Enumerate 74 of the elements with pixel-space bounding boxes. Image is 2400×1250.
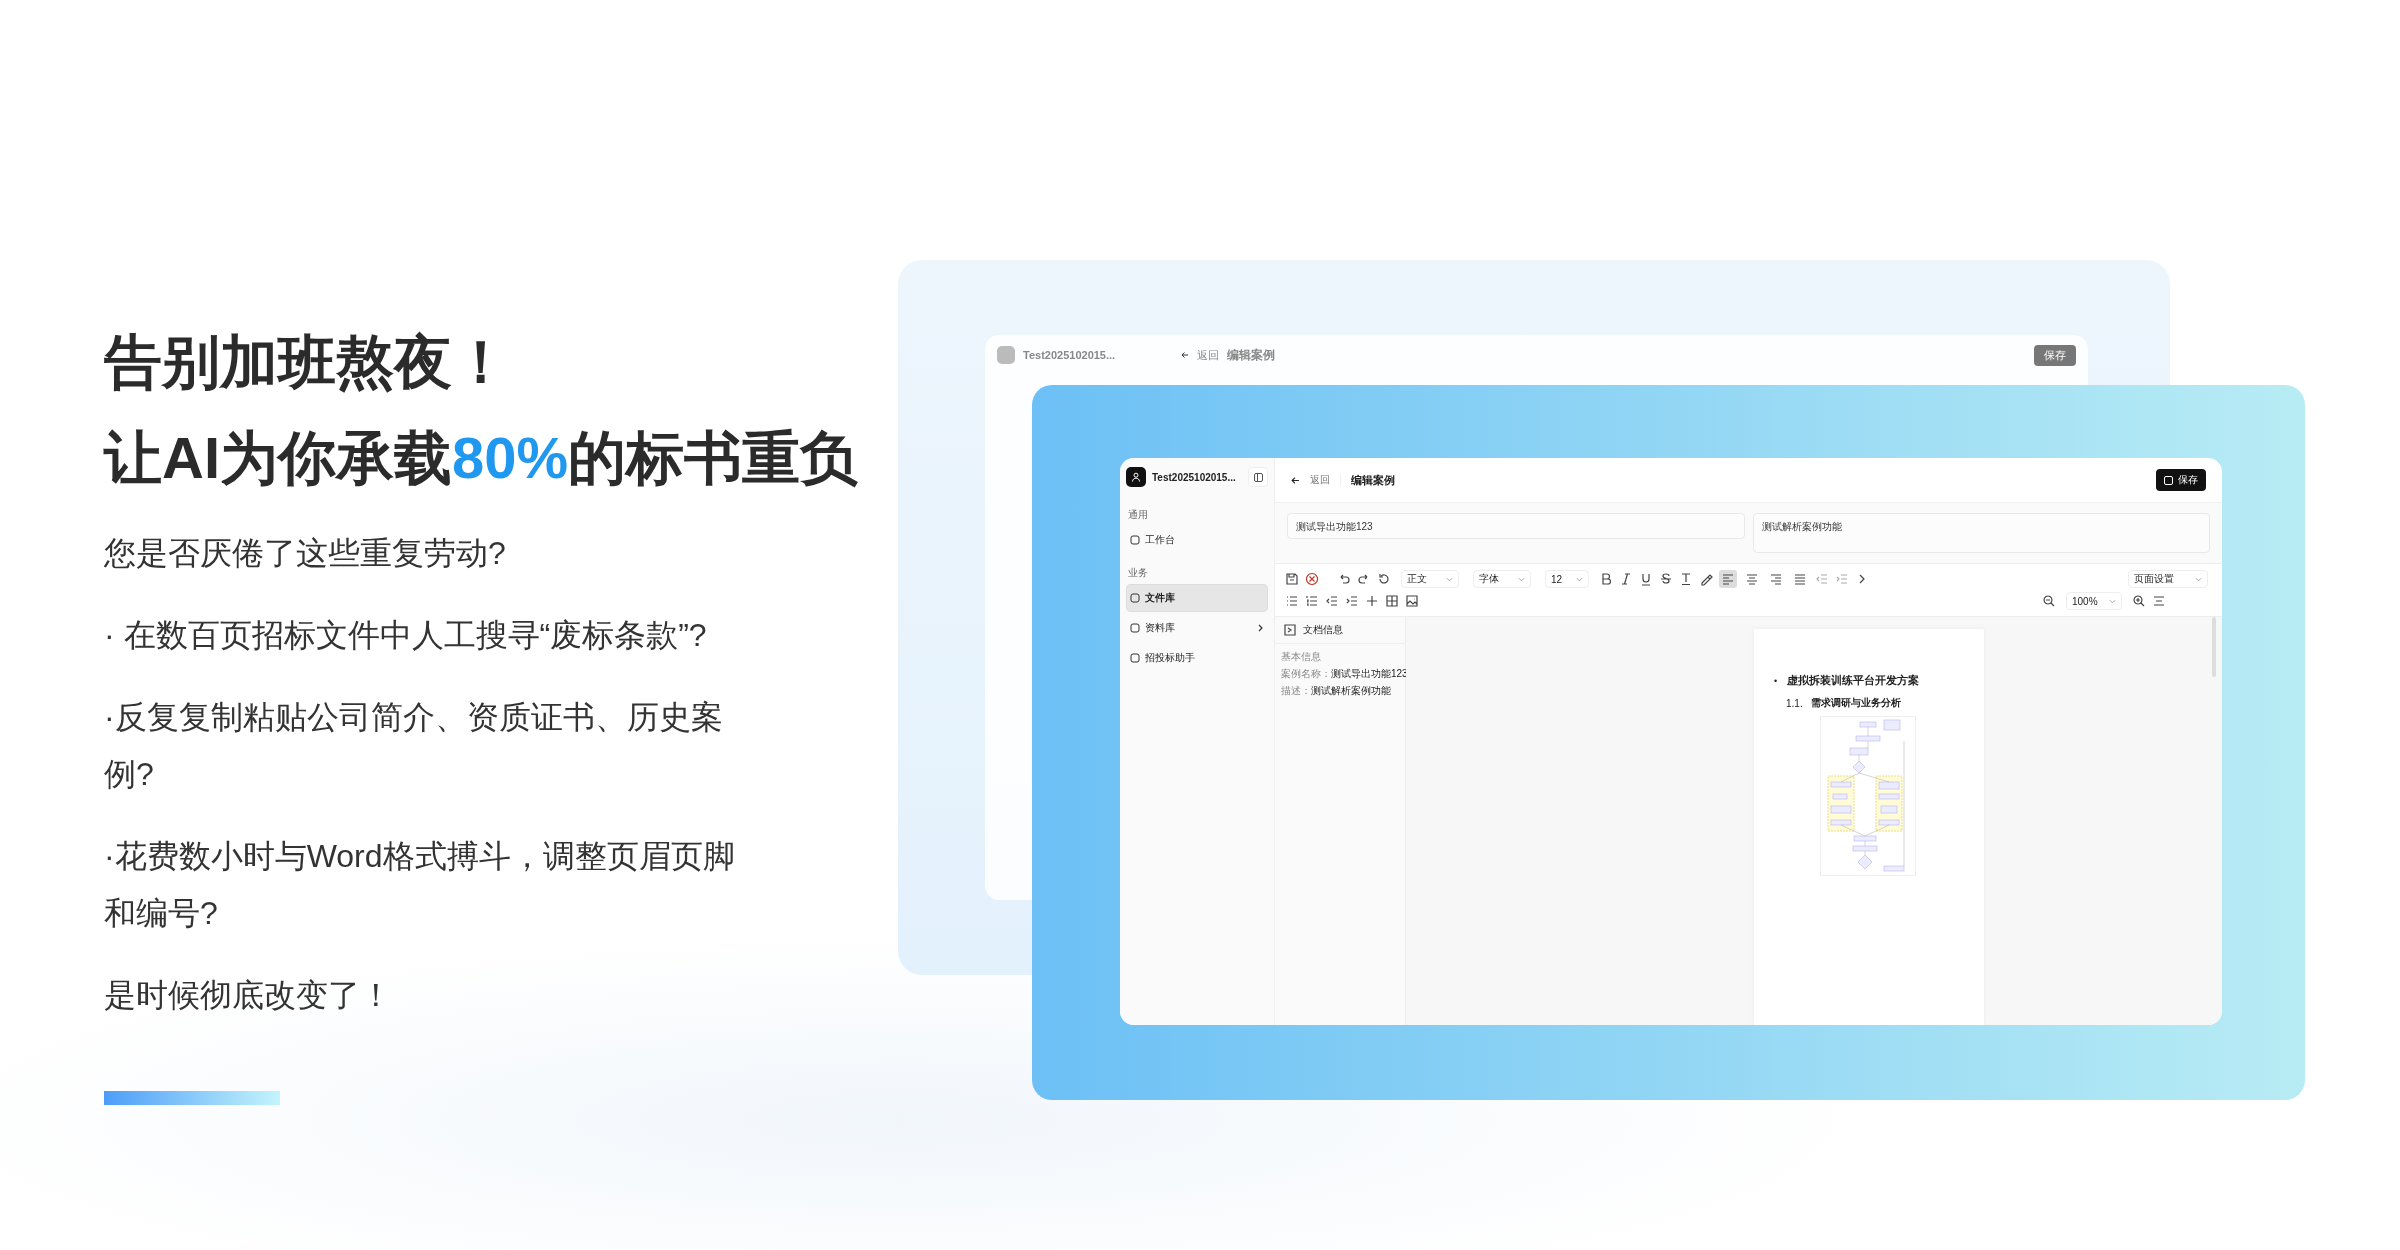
field-label: 案例名称：: [1281, 668, 1331, 679]
save-button[interactable]: 保存: [2034, 344, 2076, 366]
zoom-out-icon[interactable]: [2042, 594, 2056, 608]
align-icon[interactable]: [1719, 570, 1737, 588]
back-link[interactable]: 返回: [1310, 473, 1330, 487]
reset-icon[interactable]: [1377, 572, 1391, 586]
page-title: 编辑案例: [1351, 472, 1395, 488]
sidebar-item[interactable]: 文件库: [1126, 584, 1268, 612]
avatar-icon: [1126, 467, 1146, 487]
pain-point-text: ·反复复制粘贴公司简介、资质证书、历史案例?: [104, 698, 724, 794]
zoom-select[interactable]: 100%: [2066, 592, 2122, 610]
caret-icon: [1518, 576, 1525, 582]
account-name: Test2025102015...: [1152, 471, 1237, 483]
fit-icon[interactable]: [2152, 594, 2166, 608]
sidebar-item[interactable]: 工作台: [1126, 526, 1268, 554]
group-label: 通用: [1128, 508, 1149, 522]
section-number: 1.1.: [1786, 697, 1803, 709]
add-icon[interactable]: [1365, 594, 1379, 608]
account-name: Test2025102015...: [1023, 349, 1117, 361]
underline-icon[interactable]: [1639, 572, 1653, 586]
bullet-list-icon[interactable]: [1285, 594, 1299, 608]
headline: 让AI为你承载80%的标书重负: [104, 424, 859, 492]
group-label: 业务: [1128, 566, 1149, 580]
outdent-icon[interactable]: [1325, 594, 1339, 608]
headline: 告别加班熬夜！: [104, 328, 510, 396]
sidebar-toggle-icon[interactable]: [1248, 467, 1268, 487]
zoom-in-icon[interactable]: [2132, 594, 2146, 608]
font-size-select[interactable]: 12: [1545, 570, 1589, 588]
paragraph-style-select[interactable]: 正文: [1401, 570, 1459, 588]
panel-title: 文档信息: [1303, 623, 1343, 637]
strikethrough-icon[interactable]: [1659, 572, 1673, 586]
document-subheading: 需求调研与业务分析: [1810, 696, 1901, 710]
delete-icon[interactable]: [1305, 572, 1319, 586]
back-arrow-icon[interactable]: [1181, 351, 1189, 359]
italic-icon[interactable]: [1619, 572, 1633, 586]
pain-point-text: ·花费数小时与Word格式搏斗，调整页眉页脚和编号?: [104, 837, 736, 933]
nav-icon: [1130, 623, 1140, 633]
save-icon[interactable]: [1285, 572, 1299, 586]
description-field[interactable]: 测试解析案例功能: [1752, 513, 2210, 553]
bullet-mark: •: [1774, 675, 1778, 686]
image-icon[interactable]: [1405, 594, 1419, 608]
section-label: 基本信息: [1281, 650, 1322, 664]
save-icon: [2164, 475, 2173, 485]
intro-question: 您是否厌倦了这些重复劳动?: [104, 534, 507, 573]
info-icon: [1283, 623, 1297, 637]
nav-icon: [1130, 535, 1140, 545]
nav-icon: [1130, 593, 1140, 603]
pain-point-text: · 在数百页招标文件中人工搜寻“废标条款”?: [104, 616, 708, 655]
back-link[interactable]: 返回: [1197, 347, 1219, 363]
page-setup-select[interactable]: 页面设置: [2128, 570, 2208, 588]
indent-icon[interactable]: [1345, 594, 1359, 608]
chevron-icon: [1258, 624, 1264, 632]
sidebar-item[interactable]: 招投标助手: [1126, 644, 1268, 672]
text-color-icon[interactable]: [1679, 572, 1693, 586]
page-title: 编辑案例: [1227, 346, 1276, 364]
highlighter-icon[interactable]: [1699, 572, 1713, 586]
table-icon[interactable]: [1385, 594, 1399, 608]
numbered-list-icon[interactable]: [1305, 594, 1319, 608]
nav-icon: [1130, 653, 1140, 663]
back-arrow-icon[interactable]: [1291, 475, 1300, 485]
closing-text: 是时候彻底改变了！: [104, 976, 393, 1015]
caret-icon: [1576, 576, 1583, 582]
field-value: 测试解析案例功能: [1311, 685, 1391, 696]
avatar-icon: [997, 346, 1015, 364]
case-name-field[interactable]: 测试导出功能123: [1287, 513, 1745, 539]
field-label: 描述：: [1281, 685, 1311, 696]
caret-icon: [1446, 576, 1453, 582]
document-heading: 虚拟拆装训练平台开发方案: [1787, 673, 1920, 688]
save-button[interactable]: 保存: [2156, 469, 2206, 491]
sidebar-item[interactable]: 资料库: [1126, 614, 1268, 642]
caret-icon: [2195, 576, 2202, 582]
bold-icon[interactable]: [1599, 572, 1613, 586]
font-select[interactable]: 字体: [1473, 570, 1531, 588]
caret-icon: [2109, 598, 2116, 604]
